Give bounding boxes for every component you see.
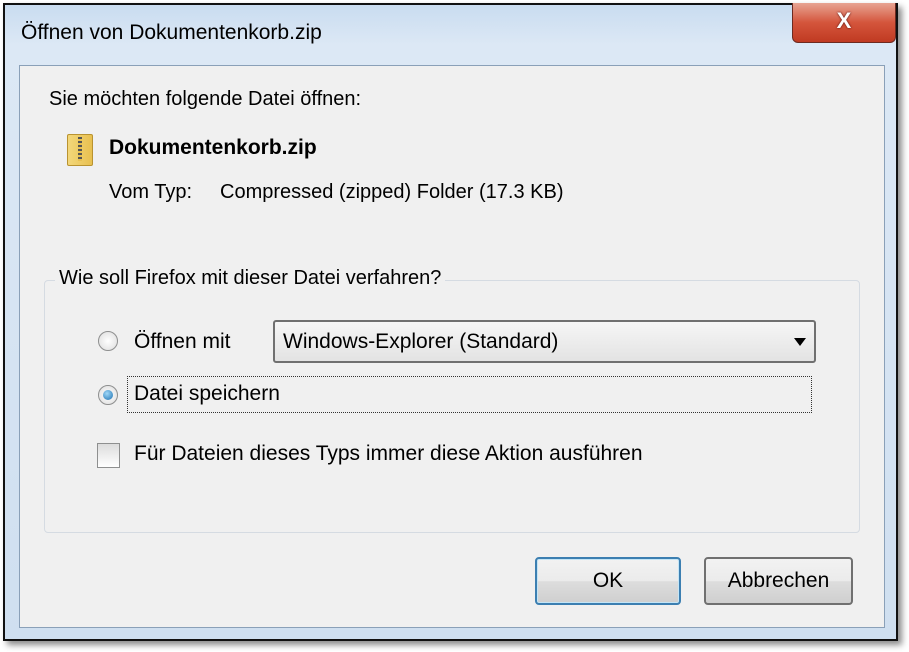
window-title: Öffnen von Dokumentenkorb.zip xyxy=(21,21,322,44)
prompt-text: Sie möchten folgende Datei öffnen: xyxy=(49,88,362,110)
dialog-window: Öffnen von Dokumentenkorb.zip X Sie möch… xyxy=(3,3,898,641)
always-do-this-checkbox[interactable] xyxy=(97,443,120,468)
close-button[interactable]: X xyxy=(792,3,896,43)
open-with-label[interactable]: Öffnen mit xyxy=(134,330,231,354)
dropdown-arrow-icon xyxy=(794,338,806,346)
ok-button[interactable]: OK xyxy=(535,557,681,605)
groupbox-legend: Wie soll Firefox mit dieser Datei verfah… xyxy=(55,267,446,290)
save-file-label[interactable]: Datei speichern xyxy=(134,382,280,406)
selected-app: Windows-Explorer (Standard) xyxy=(283,330,559,353)
zip-folder-icon xyxy=(67,134,93,166)
file-type-label: Vom Typ: xyxy=(109,181,193,203)
file-type-value: Compressed (zipped) Folder (17.3 KB) xyxy=(220,181,564,203)
cancel-button[interactable]: Abbrechen xyxy=(704,557,853,605)
always-do-this-label[interactable]: Für Dateien dieses Typs immer diese Akti… xyxy=(134,442,643,466)
open-with-radio[interactable] xyxy=(98,331,118,351)
save-file-radio[interactable] xyxy=(98,385,118,405)
open-with-app-select[interactable]: Windows-Explorer (Standard) xyxy=(273,320,816,363)
dialog-content: Sie möchten folgende Datei öffnen: Dokum… xyxy=(19,65,885,628)
file-name: Dokumentenkorb.zip xyxy=(109,136,317,159)
